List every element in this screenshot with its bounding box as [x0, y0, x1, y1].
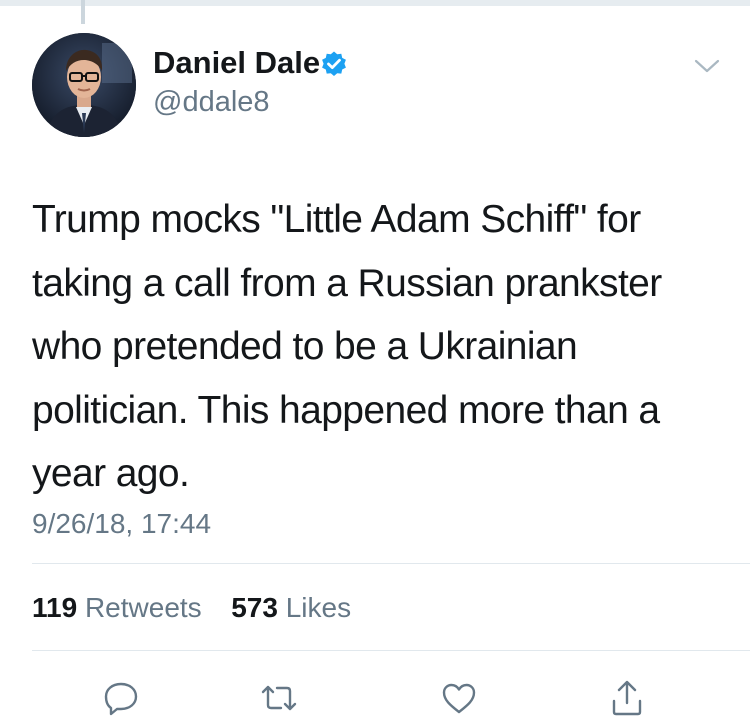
likes-label: Likes: [285, 592, 352, 623]
retweets-count: 119: [32, 592, 78, 623]
retweets-label: Retweets: [84, 592, 202, 623]
tweet-text-line: Trump mocks "Little Adam Schiff" for: [32, 198, 641, 241]
tweet-timestamp: 9/26/18, 17:44: [32, 508, 212, 539]
likes-stat[interactable]: 573 Likes: [231, 592, 351, 623]
avatar[interactable]: [32, 33, 136, 137]
top-edge-strip: [0, 0, 750, 6]
retweets-stat[interactable]: 119 Retweets: [32, 592, 209, 623]
likes-count: 573: [231, 592, 278, 623]
author-display-name[interactable]: Daniel Dale: [153, 45, 320, 81]
tweet-text-line: politician. This happened more than a: [32, 388, 660, 432]
retweet-arrows-icon: [261, 685, 297, 711]
reply-button[interactable]: [99, 676, 143, 720]
tweet-text-line: who pretended to be a Ukrainian: [32, 325, 578, 368]
divider-top: [32, 563, 750, 564]
tweet-text-line: taking a call from a Russian prankster: [32, 261, 662, 305]
engagement-stats: 119 Retweets 573 Likes: [32, 592, 351, 624]
verified-badge-icon: [322, 51, 346, 76]
share-upload-icon: [612, 680, 642, 716]
share-button[interactable]: [605, 676, 649, 720]
retweet-button[interactable]: [257, 676, 301, 720]
heart-icon: [442, 683, 476, 714]
speech-bubble-icon: [104, 682, 138, 716]
tweet-detail-screen: Daniel Dale @ddale8 Trump mocks "Little …: [0, 0, 750, 723]
tweet-text: Trump mocks "Little Adam Schiff" for tak…: [32, 188, 722, 506]
like-button[interactable]: [437, 676, 481, 720]
author-handle[interactable]: @ddale8: [153, 86, 270, 119]
avatar-portrait-image: [32, 33, 136, 137]
divider-bottom: [32, 650, 750, 651]
chevron-down-icon[interactable]: [693, 56, 721, 76]
thread-connector-line: [81, 0, 85, 24]
tweet-text-line: year ago.: [32, 452, 190, 495]
